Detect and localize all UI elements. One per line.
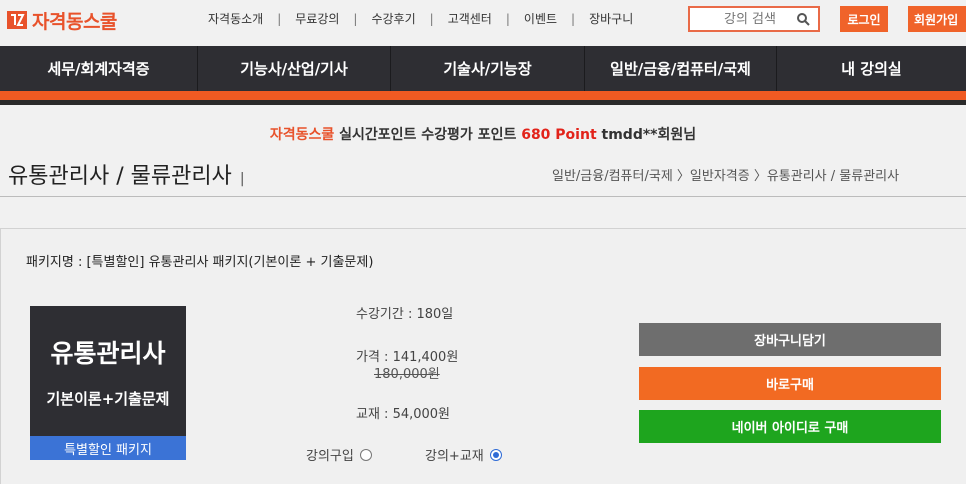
logo-mark-icon (7, 11, 27, 29)
option-label: 강의+교재 (425, 449, 484, 464)
login-button[interactable]: 로그인 (840, 6, 888, 32)
textbook-price: 교재 : 54,000원 (356, 407, 451, 422)
point-notice: 자격동스쿨 실시간포인트 수강평가 포인트 680 Point tmdd**회원… (0, 124, 966, 144)
divider (0, 196, 966, 197)
join-button[interactable]: 회원가입 (908, 6, 966, 32)
product-image-subtitle: 기본이론+기출문제 (46, 390, 170, 408)
course-period: 수강기간 : 180일 (356, 307, 454, 322)
notice-member: tmdd**회원님 (601, 127, 697, 143)
notice-points: 680 Point (521, 127, 597, 143)
logo-text: 자격동스쿨 (32, 10, 117, 33)
radio-lecture-only[interactable] (359, 448, 372, 461)
package-name: 패키지명 : [특별할인] 유통관리사 패키지(기본이론 + 기출문제) (26, 255, 374, 270)
top-nav-free-lectures[interactable]: 무료강의 (295, 10, 339, 27)
title-divider: | (239, 171, 245, 187)
top-nav-events[interactable]: 이벤트 (524, 10, 557, 27)
main-nav: 세무/회계자격증 기능사/산업/기사 기술사/기능장 일반/금융/컴퓨터/국제 … (0, 46, 966, 91)
main-nav-general[interactable]: 일반/금융/컴퓨터/국제 (585, 46, 777, 91)
top-nav-support[interactable]: 고객센터 (448, 10, 492, 27)
top-nav: 자격동소개 | 무료강의 | 수강후기 | 고객센터 | 이벤트 | 장바구니 (208, 10, 633, 27)
option-lecture-textbook[interactable]: 강의+교재 (425, 445, 502, 464)
search-box (688, 6, 820, 32)
nav-divider: | (571, 11, 576, 26)
buy-now-button[interactable]: 바로구매 (639, 367, 941, 400)
option-lecture-only[interactable]: 강의구입 (306, 445, 372, 464)
search-input[interactable] (690, 8, 800, 31)
top-nav-reviews[interactable]: 수강후기 (371, 10, 415, 27)
search-icon[interactable] (796, 12, 810, 26)
nav-divider: | (277, 11, 282, 26)
product-image-badge: 특별할인 패키지 (30, 436, 186, 460)
add-to-cart-button[interactable]: 장바구니담기 (639, 323, 941, 356)
radio-lecture-textbook[interactable] (489, 448, 502, 461)
nav-divider: | (353, 11, 358, 26)
main-nav-my-classroom[interactable]: 내 강의실 (777, 46, 966, 91)
page-title: 유통관리사 / 물류관리사 (8, 164, 232, 189)
top-nav-about[interactable]: 자격동소개 (208, 10, 263, 27)
product-image-title: 유통관리사 (50, 339, 166, 368)
nav-divider: | (429, 11, 434, 26)
site-logo[interactable]: 자격동스쿨 (6, 6, 117, 34)
notice-text: 실시간포인트 수강평가 포인트 (339, 127, 517, 143)
page-title-wrap: 유통관리사 / 물류관리사 | (8, 158, 245, 190)
nav-divider: | (505, 11, 510, 26)
nav-accent-bar (0, 91, 966, 100)
option-label: 강의구입 (306, 449, 354, 464)
nav-shadow-bar (0, 100, 966, 105)
main-nav-engineer[interactable]: 기술사/기능장 (391, 46, 585, 91)
main-nav-craftsman[interactable]: 기능사/산업/기사 (198, 46, 391, 91)
top-nav-cart[interactable]: 장바구니 (589, 10, 633, 27)
product-image: 유통관리사 기본이론+기출문제 특별할인 패키지 (30, 306, 186, 460)
notice-brand: 자격동스쿨 (269, 127, 335, 143)
main-nav-tax-accounting[interactable]: 세무/회계자격증 (0, 46, 198, 91)
breadcrumb[interactable]: 일반/금융/컴퓨터/국제 〉일반자격증 〉유통관리사 / 물류관리사 (552, 165, 899, 184)
naver-buy-button[interactable]: 네이버 아이디로 구매 (639, 410, 941, 443)
original-price: 180,000원 (374, 367, 440, 382)
